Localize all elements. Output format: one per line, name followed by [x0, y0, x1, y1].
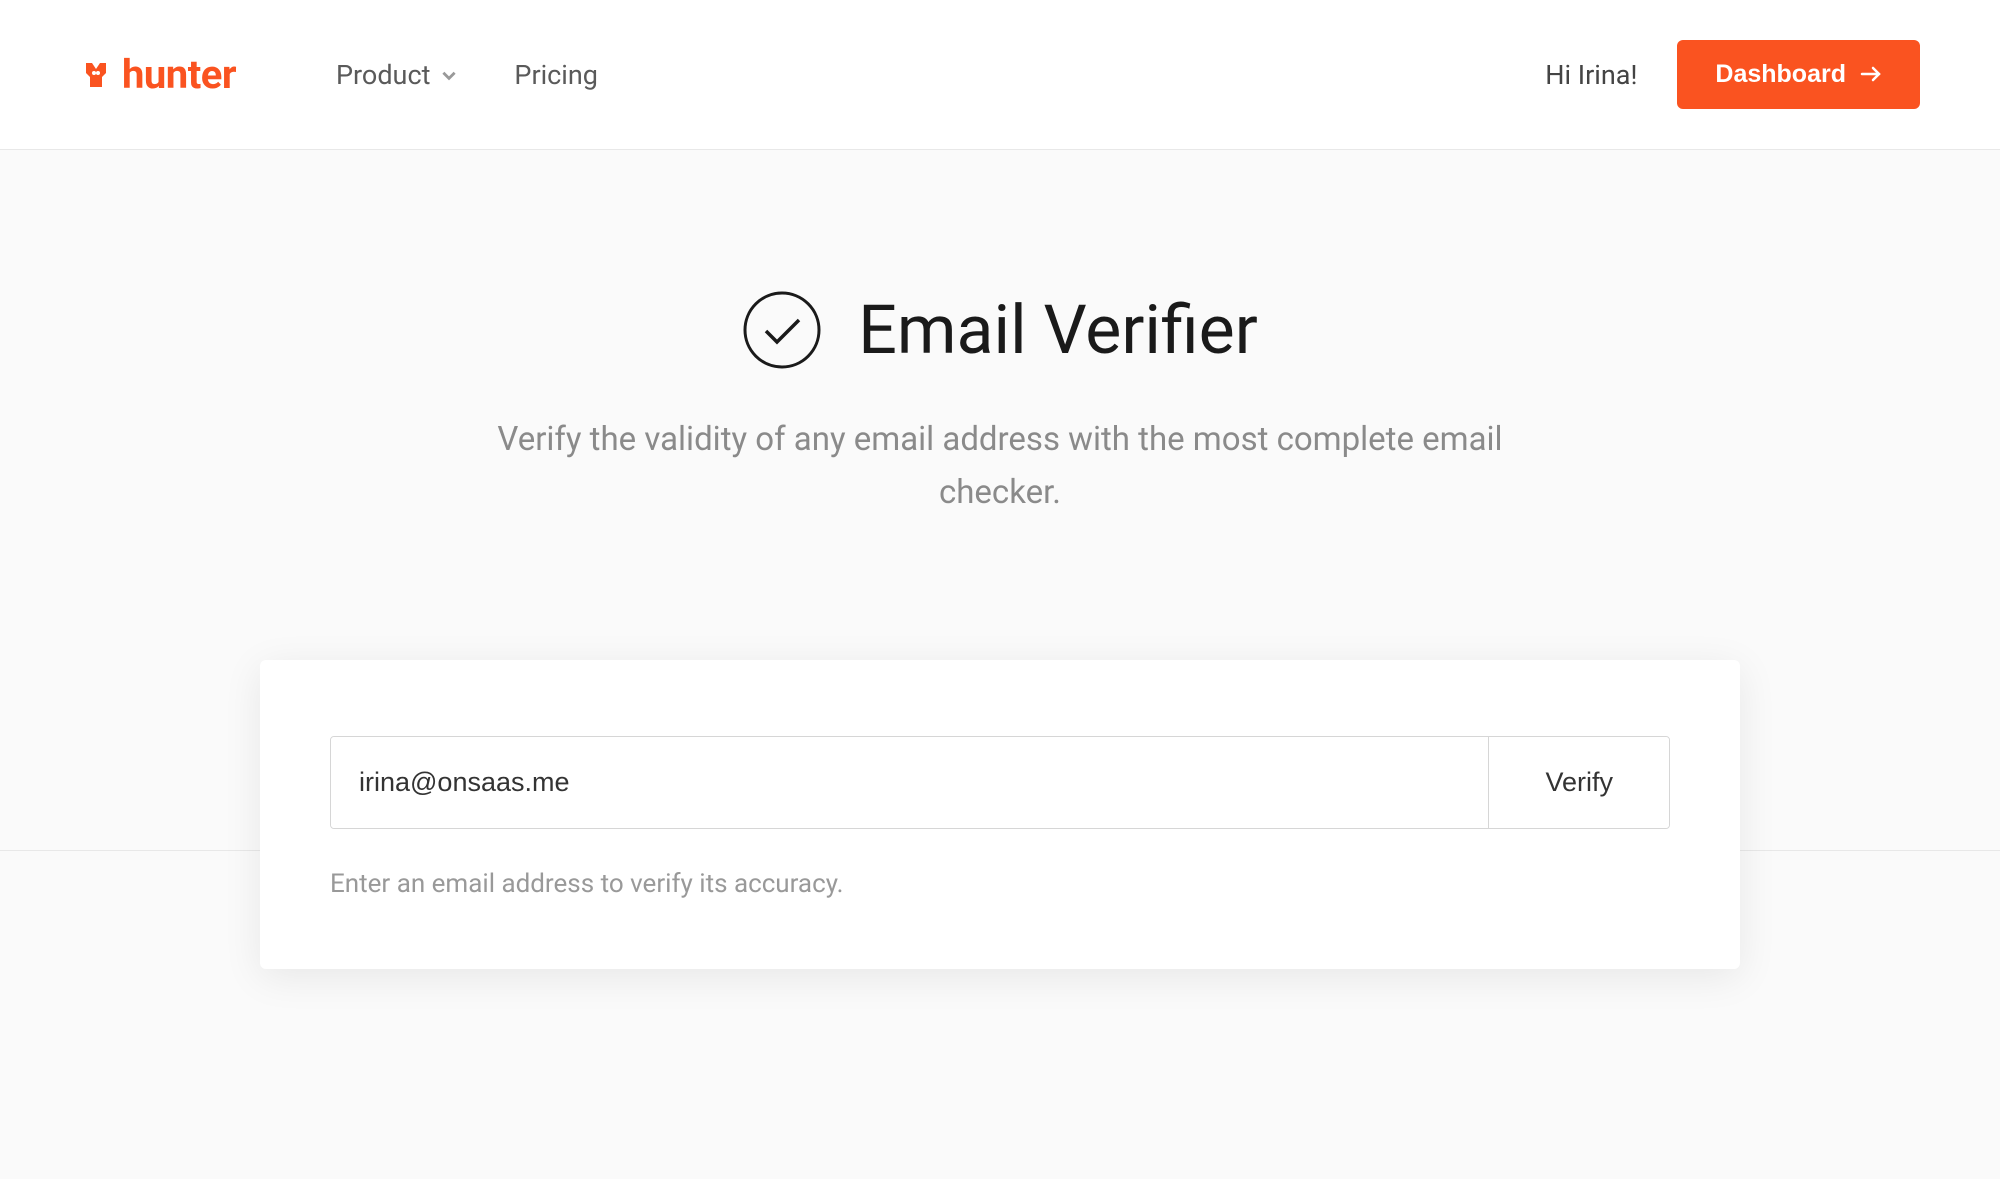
hero-section: Email Verifier Verify the validity of an…: [0, 290, 2000, 520]
nav-pricing[interactable]: Pricing: [514, 59, 598, 91]
dashboard-button-label: Dashboard: [1715, 60, 1846, 89]
header-left: hunter Product Pricing: [80, 51, 598, 98]
logo[interactable]: hunter: [80, 51, 236, 98]
verify-button[interactable]: Verify: [1488, 737, 1669, 828]
nav-product-label: Product: [336, 59, 430, 91]
main-nav: Product Pricing: [336, 59, 598, 91]
nav-product[interactable]: Product: [336, 59, 458, 91]
chevron-down-icon: [440, 59, 458, 91]
hunter-logo-icon: [80, 59, 112, 91]
hint-text: Enter an email address to verify its acc…: [330, 869, 1670, 899]
email-input-group: Verify: [330, 736, 1670, 829]
header-right: Hi Irina! Dashboard: [1545, 40, 1920, 109]
header: hunter Product Pricing Hi Irina! Dashboa…: [0, 0, 2000, 150]
greeting-text: Hi Irina!: [1545, 59, 1637, 91]
nav-pricing-label: Pricing: [514, 59, 598, 91]
hero-subtitle: Verify the validity of any email address…: [450, 414, 1550, 520]
hero-title-row: Email Verifier: [0, 290, 2000, 370]
main-area: Email Verifier Verify the validity of an…: [0, 150, 2000, 1179]
verifier-card: Verify Enter an email address to verify …: [260, 660, 1740, 969]
email-input[interactable]: [331, 737, 1488, 828]
checkmark-circle-icon: [742, 290, 822, 370]
arrow-right-icon: [1860, 60, 1882, 89]
logo-text: hunter: [122, 51, 236, 98]
dashboard-button[interactable]: Dashboard: [1677, 40, 1920, 109]
hero-title-text: Email Verifier: [858, 290, 1257, 370]
